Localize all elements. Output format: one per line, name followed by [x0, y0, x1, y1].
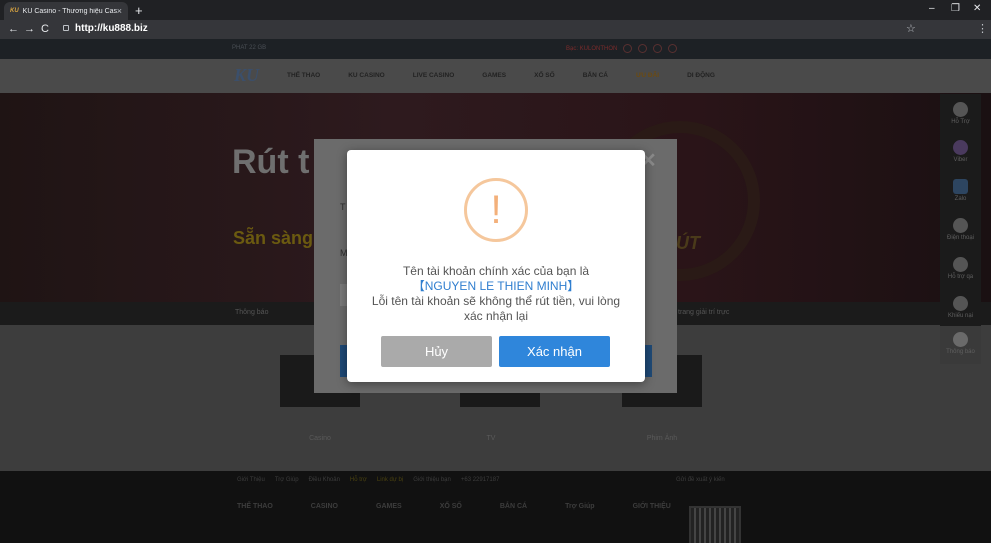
cancel-button[interactable]: Hủy — [381, 336, 492, 367]
topbar-user-area: Bạc: KULONTHON — [566, 44, 678, 53]
sidebar-item-phone[interactable]: Điện thoại — [940, 212, 981, 250]
nav-item-games[interactable]: GAMES — [482, 72, 506, 79]
phone-icon — [953, 218, 968, 233]
bookmark-star-icon[interactable]: ☆ — [906, 22, 916, 35]
nav-item-the-thao[interactable]: THỂ THAO — [287, 72, 320, 79]
circle-icon[interactable] — [638, 44, 648, 53]
sidebar-label: Thông báo — [946, 349, 975, 355]
footer-categories: THỂ THAO CASINO GAMES XỔ SỐ BẮN CÁ Trợ G… — [237, 503, 671, 510]
footer-cat[interactable]: BẮN CÁ — [500, 503, 527, 510]
close-window-icon[interactable]: ✕ — [973, 3, 981, 14]
footer-cat[interactable]: THỂ THAO — [237, 503, 273, 510]
nav-item-live-casino[interactable]: LIVE CASINO — [413, 72, 455, 79]
sidebar-label: Điện thoại — [946, 235, 975, 241]
banner-title: Rút t — [232, 143, 310, 181]
chat-icon — [953, 257, 968, 272]
browser-tab[interactable]: KU KU Casino - Thương hiệu Casino × — [4, 2, 128, 20]
ticker-label: Thông báo — [235, 309, 269, 316]
sidebar-label: Khiếu nại — [947, 313, 974, 319]
banner-subtitle: Sẵn sàng — [233, 228, 314, 248]
speaker-icon — [953, 332, 968, 347]
dialog-message: Tên tài khoản chính xác của bạn là 【NGUY… — [347, 264, 645, 324]
footer-link[interactable]: Giới Thiệu — [237, 477, 265, 483]
nav-item-uu-dai[interactable]: ƯU ĐÃI — [636, 72, 659, 79]
footer-cat[interactable]: Trợ Giúp — [565, 503, 594, 510]
edit-icon — [953, 296, 968, 311]
right-sidebar: Hỗ Trợ Viber Zalo Điện thoại Hỗ trợ qa K… — [940, 94, 981, 364]
address-bar: ← → C http://ku888.biz ☆ ⋮ — [0, 20, 991, 39]
reload-icon[interactable]: C — [41, 23, 49, 35]
footer-link[interactable]: Điều Khoản — [309, 477, 340, 483]
zalo-icon — [953, 179, 968, 194]
nav-item-di-dong[interactable]: DI ĐỘNG — [687, 72, 715, 79]
footer-cat[interactable]: GIỚI THIỆU — [633, 503, 671, 510]
card-label: Phim Ảnh — [646, 435, 678, 442]
ku-logo[interactable]: KU — [234, 65, 259, 86]
footer-link[interactable]: Trợ Giúp — [275, 477, 299, 483]
sidebar-item-viber[interactable]: Viber — [940, 134, 981, 172]
back-icon[interactable]: ← — [8, 23, 19, 35]
headset-icon — [953, 102, 968, 117]
site-top-strip: PHAT 22 GB Bạc: KULONTHON — [0, 39, 991, 59]
sidebar-label: Viber — [953, 157, 968, 163]
feedback-link[interactable]: Gửi đề xuất ý kiến — [676, 477, 725, 483]
exclamation-icon: ! — [490, 188, 502, 232]
tab-close-icon[interactable]: × — [117, 6, 122, 16]
site-navbar: KU THỂ THAO KU CASINO LIVE CASINO GAMES … — [0, 59, 991, 93]
confirm-button[interactable]: Xác nhận — [499, 336, 610, 367]
footer-cat[interactable]: CASINO — [311, 503, 338, 510]
nav-item-xo-so[interactable]: XỔ SỐ — [534, 72, 555, 79]
nav-item-ku-casino[interactable]: KU CASINO — [348, 72, 384, 79]
nav-menu: THỂ THAO KU CASINO LIVE CASINO GAMES XỔ … — [287, 72, 743, 79]
restore-icon[interactable]: ❐ — [951, 3, 960, 14]
footer-link[interactable]: Link dự bị — [377, 477, 403, 483]
topbar-user-text: Bạc: KULONTHON — [566, 45, 618, 52]
warning-icon: ! — [464, 178, 528, 242]
footer-link[interactable]: Giới thiệu bạn — [413, 477, 451, 483]
circle-icon[interactable] — [668, 44, 678, 53]
ku-favicon-icon: KU — [10, 8, 19, 14]
footer-links: Giới Thiệu Trợ Giúp Điều Khoản Hỗ trợ Li… — [237, 477, 499, 483]
new-tab-icon[interactable]: + — [135, 3, 143, 18]
nav-item-ban-ca[interactable]: BẮN CÁ — [583, 72, 608, 79]
card-label: TV — [486, 435, 496, 442]
minimize-icon[interactable]: – — [929, 3, 935, 14]
footer-link[interactable]: +63 22917187 — [461, 477, 500, 483]
sidebar-item-notice[interactable]: Thông báo — [940, 326, 981, 364]
banner-wheel-text: ÚT — [676, 233, 700, 253]
qr-code — [689, 506, 741, 543]
sidebar-label: Hỗ Trợ — [951, 119, 970, 125]
forward-icon[interactable]: → — [24, 23, 35, 35]
message-line: Tên tài khoản chính xác của bạn là — [402, 264, 590, 278]
sidebar-item-complaint[interactable]: Khiếu nại — [940, 290, 981, 328]
sidebar-item-support[interactable]: Hỗ Trợ — [940, 96, 981, 134]
footer-cat[interactable]: XỔ SỐ — [440, 503, 462, 510]
modal-field-label: T — [340, 202, 346, 212]
sidebar-label: Zalo — [954, 196, 967, 202]
sidebar-item-zalo[interactable]: Zalo — [940, 173, 981, 211]
circle-icon[interactable] — [653, 44, 663, 53]
browser-menu-icon[interactable]: ⋮ — [977, 22, 988, 35]
lock-icon — [63, 25, 69, 31]
topbar-left-text: PHAT 22 GB — [232, 45, 267, 51]
message-line: Lỗi tên tài khoản sẽ không thể rút tiền,… — [371, 294, 621, 308]
sidebar-item-chat[interactable]: Hỗ trợ qa — [940, 251, 981, 289]
footer-cat[interactable]: GAMES — [376, 503, 402, 510]
account-name: 【NGUYEN LE THIEN MINH】 — [412, 279, 580, 293]
viber-icon — [953, 140, 968, 155]
footer-link[interactable]: Hỗ trợ — [350, 477, 367, 483]
message-line: xác nhận lại — [463, 309, 529, 323]
url-input[interactable]: http://ku888.biz — [75, 23, 148, 34]
browser-tab-bar: KU KU Casino - Thương hiệu Casino × + – … — [0, 0, 991, 20]
card-label: Casino — [309, 435, 331, 442]
confirm-account-dialog: ! Tên tài khoản chính xác của bạn là 【NG… — [347, 150, 645, 382]
circle-icon[interactable] — [623, 44, 633, 53]
ticker-text: trang giải trí trực — [678, 309, 730, 316]
sidebar-label: Hỗ trợ qa — [947, 274, 974, 280]
tab-title: KU Casino - Thương hiệu Casino — [22, 7, 117, 15]
site-footer: Giới Thiệu Trợ Giúp Điều Khoản Hỗ trợ Li… — [0, 471, 991, 543]
